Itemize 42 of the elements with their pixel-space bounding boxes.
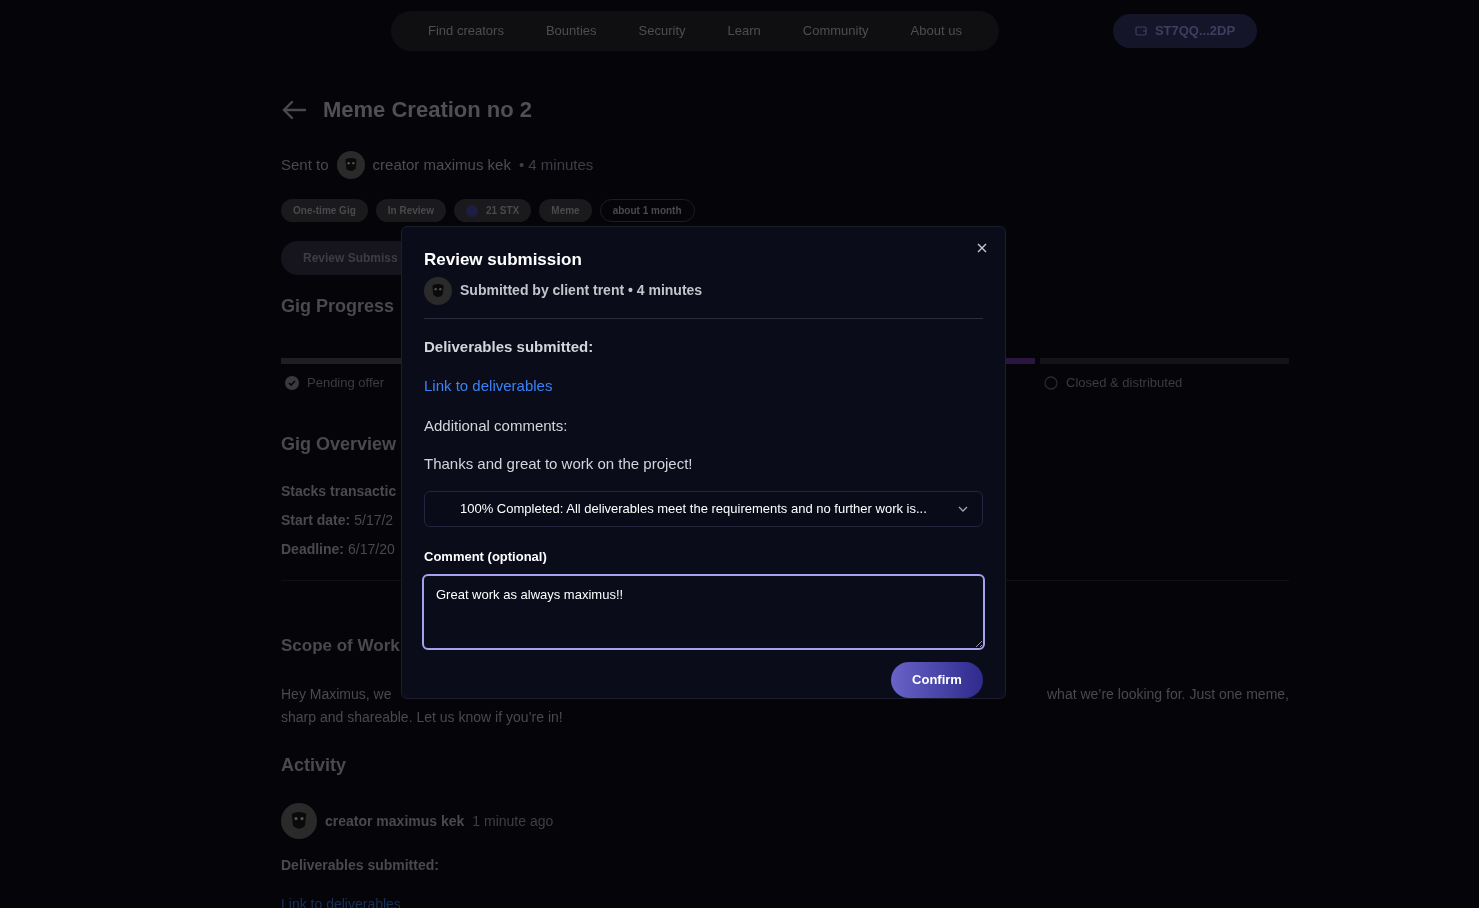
nav-link[interactable]: Find creators (428, 21, 504, 41)
overview-key: Start date: (281, 510, 351, 531)
chevron-down-icon (958, 505, 968, 512)
overview-value: 5/17/2 (354, 511, 394, 530)
nav-link[interactable]: Learn (727, 21, 761, 41)
avatar-icon (424, 276, 452, 305)
confirm-button[interactable]: Confirm (891, 662, 983, 698)
comments-heading: Additional comments: (424, 415, 569, 436)
section-heading: Activity (281, 754, 348, 777)
activity-heading: Deliverables submitted: (281, 856, 440, 875)
comment-field[interactable]: Great work as always maximus!! (422, 574, 985, 650)
section-heading: Scope of Work (281, 634, 401, 657)
section-heading: Gig Progress (281, 295, 396, 318)
comments-text: Thanks and great to work on the project! (424, 454, 694, 474)
deliverables-link[interactable]: Link to deliverables (424, 375, 553, 398)
page-title: Meme Creation no 2 (323, 96, 533, 124)
avatar-icon (336, 151, 365, 179)
wallet-icon (1134, 25, 1147, 37)
activity-time: 1 minute ago (472, 811, 554, 831)
nav-link[interactable]: About us (910, 21, 962, 41)
nav-link[interactable]: Bounties (545, 21, 597, 41)
section-heading: Gig Overview (281, 432, 398, 456)
scope-text: what we’re looking for. Just one meme, (1047, 685, 1289, 704)
completion-select[interactable]: 100% Completed: All deliverables meet the requirements and no further work is... (424, 490, 983, 527)
nav-link[interactable]: Community (802, 21, 869, 41)
comment-label: Comment (optional) (424, 547, 548, 566)
overview-key: Deadline: (281, 539, 344, 560)
overview-value: 6/17/20 (348, 540, 395, 559)
scope-text: Hey Maximus, we (281, 685, 392, 704)
sent-to-label: Sent to (281, 154, 329, 175)
scope-text: sharp and shareable. Let us know if you’re in! (281, 708, 564, 727)
activity-author: creator maximus kek (325, 811, 465, 831)
overview-key: Stacks transactic (281, 481, 397, 502)
deliverables-heading: Deliverables submitted: (424, 336, 595, 357)
dialog-title: Review submission (424, 249, 583, 271)
sent-time: • 4 minutes (518, 154, 594, 175)
token-icon (465, 204, 478, 217)
close-icon[interactable] (975, 241, 989, 255)
recipient-name: creator maximus kek (372, 154, 511, 175)
avatar-icon (281, 803, 317, 839)
dialog-subtitle: Submitted by client trent • 4 minutes (460, 281, 703, 300)
nav-link[interactable]: Security (638, 21, 686, 41)
